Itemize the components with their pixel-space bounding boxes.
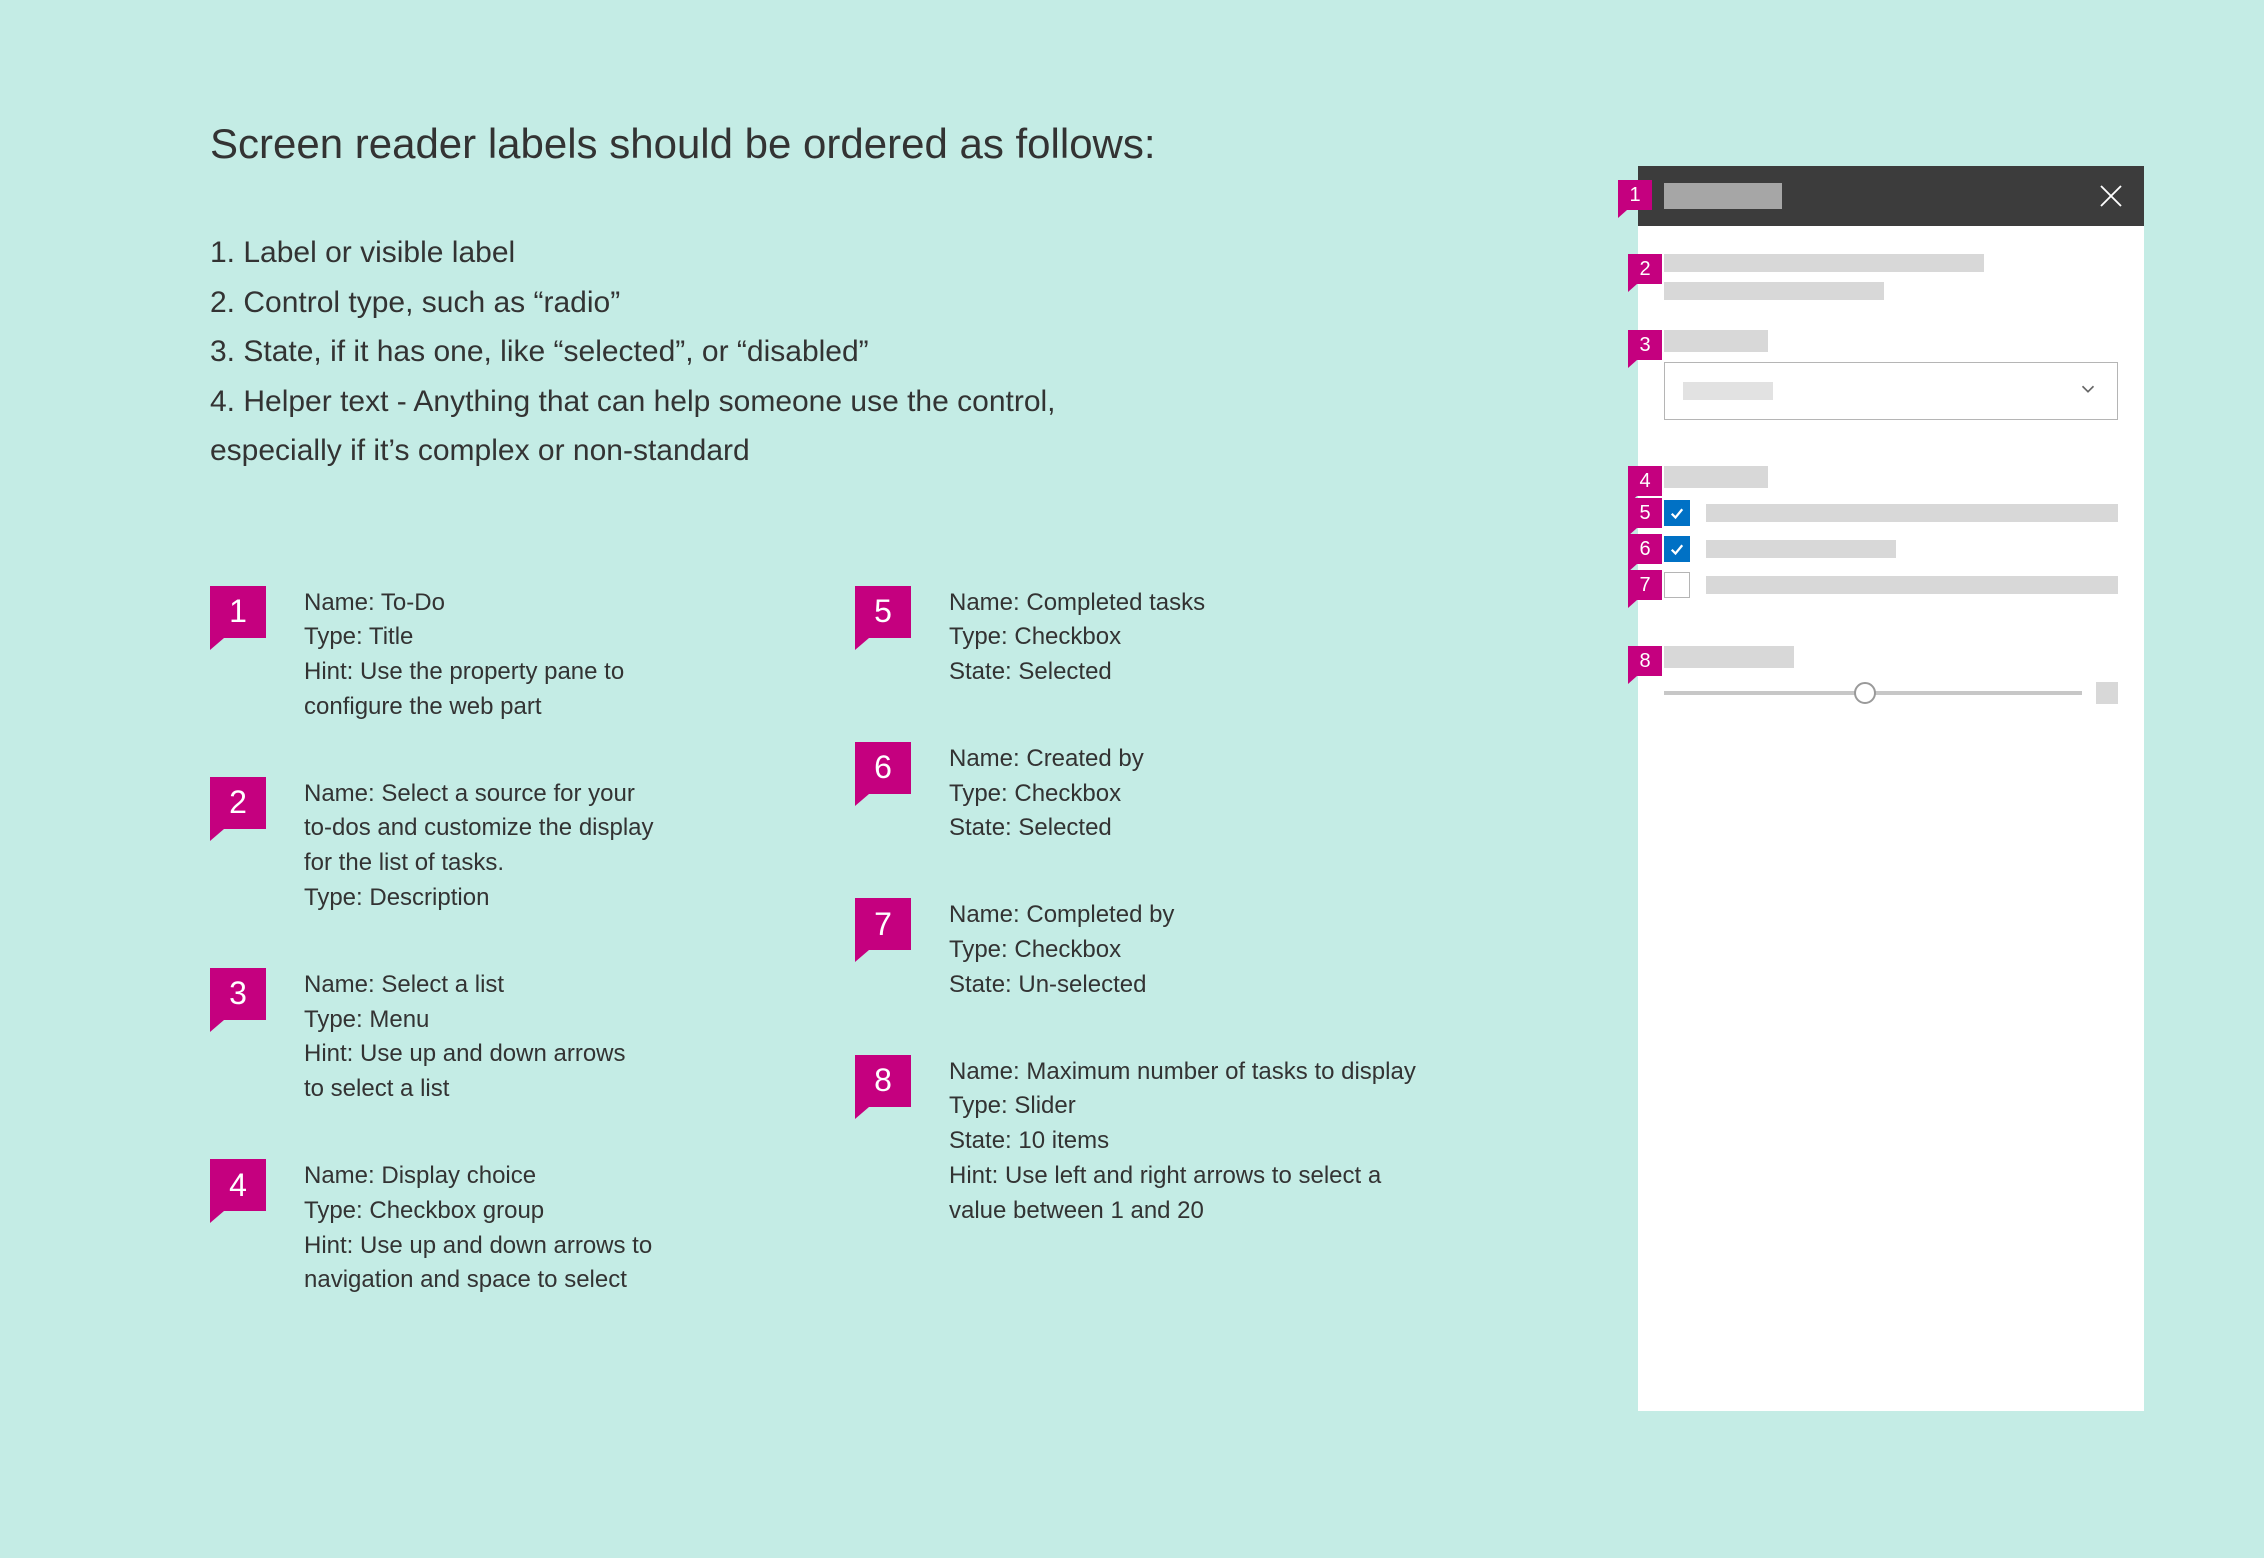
mock-slider-value-box xyxy=(2096,682,2118,704)
mock-property-pane: 1 2 3 xyxy=(1638,166,2144,1411)
guideline-item: 2. Control type, such as “radio” xyxy=(210,278,1210,328)
marker-6: 6 xyxy=(1628,534,1662,564)
annotation-line: State: Un-selected xyxy=(949,968,1174,1003)
marker-7: 7 xyxy=(1628,570,1662,600)
mock-checkbox[interactable] xyxy=(1664,572,1690,598)
guideline-item: 1. Label or visible label xyxy=(210,228,1210,278)
annotation-line: Name: Completed by xyxy=(949,898,1174,933)
annotation-line: Name: To-Do xyxy=(304,586,624,621)
mock-description-line xyxy=(1664,282,1884,300)
mock-slider-thumb[interactable] xyxy=(1854,682,1876,704)
callout-badge: 3 xyxy=(210,968,266,1020)
annotation-line: Name: Maximum number of tasks to display xyxy=(949,1055,1416,1090)
annotation-line: State: Selected xyxy=(949,811,1144,846)
marker-1: 1 xyxy=(1618,180,1652,210)
annotation-line: for the list of tasks. xyxy=(304,846,654,881)
guideline-item: especially if it’s complex or non-standa… xyxy=(210,426,1210,476)
annotation-line: Name: Created by xyxy=(949,742,1144,777)
marker-4: 4 xyxy=(1628,466,1662,496)
annotation-item-5: 5 Name: Completed tasks Type: Checkbox S… xyxy=(855,586,1460,690)
annotation-item-1: 1 Name: To-Do Type: Title Hint: Use the … xyxy=(210,586,815,725)
annotation-item-7: 7 Name: Completed by Type: Checkbox Stat… xyxy=(855,898,1460,1002)
annotation-line: Hint: Use up and down arrows to xyxy=(304,1229,652,1264)
mock-field-label xyxy=(1664,646,1794,668)
annotation-item-3: 3 Name: Select a list Type: Menu Hint: U… xyxy=(210,968,815,1107)
marker-3: 3 xyxy=(1628,330,1662,360)
page-title: Screen reader labels should be ordered a… xyxy=(210,120,1460,168)
annotation-line: value between 1 and 20 xyxy=(949,1194,1416,1229)
mock-description-line xyxy=(1664,254,1984,272)
annotation-line: Type: Checkbox xyxy=(949,777,1144,812)
callout-badge: 8 xyxy=(855,1055,911,1107)
mock-checkbox-label xyxy=(1706,540,1896,558)
mock-checkbox[interactable] xyxy=(1664,536,1690,562)
annotation-line: to select a list xyxy=(304,1072,626,1107)
guideline-list: 1. Label or visible label 2. Control typ… xyxy=(210,228,1210,476)
marker-8: 8 xyxy=(1628,646,1662,676)
mock-checkbox[interactable] xyxy=(1664,500,1690,526)
mock-field-label xyxy=(1664,330,1768,352)
annotation-line: Type: Checkbox group xyxy=(304,1194,652,1229)
annotation-line: Type: Checkbox xyxy=(949,933,1174,968)
callout-badge: 2 xyxy=(210,777,266,829)
annotation-line: to-dos and customize the display xyxy=(304,811,654,846)
annotation-line: Name: Select a source for your xyxy=(304,777,654,812)
annotation-line: State: Selected xyxy=(949,655,1205,690)
annotation-line: Hint: Use left and right arrows to selec… xyxy=(949,1159,1416,1194)
guideline-item: 4. Helper text - Anything that can help … xyxy=(210,377,1210,427)
annotation-line: configure the web part xyxy=(304,690,624,725)
annotation-line: navigation and space to select xyxy=(304,1263,652,1298)
annotation-line: Type: Title xyxy=(304,620,624,655)
annotation-line: State: 10 items xyxy=(949,1124,1416,1159)
annotation-line: Type: Description xyxy=(304,881,654,916)
annotation-item-4: 4 Name: Display choice Type: Checkbox gr… xyxy=(210,1159,815,1298)
close-icon[interactable] xyxy=(2096,181,2126,211)
mock-dropdown[interactable] xyxy=(1664,362,2118,420)
guideline-item: 3. State, if it has one, like “selected”… xyxy=(210,327,1210,377)
mock-slider-track xyxy=(1664,691,2082,695)
annotation-line: Type: Slider xyxy=(949,1089,1416,1124)
annotation-item-8: 8 Name: Maximum number of tasks to displ… xyxy=(855,1055,1460,1229)
marker-5: 5 xyxy=(1628,498,1662,528)
mock-checkbox-label xyxy=(1706,504,2118,522)
mock-field-label xyxy=(1664,466,1768,488)
mock-checkbox-label xyxy=(1706,576,2118,594)
callout-badge: 6 xyxy=(855,742,911,794)
annotation-line: Type: Menu xyxy=(304,1003,626,1038)
annotation-line: Type: Checkbox xyxy=(949,620,1205,655)
callout-badge: 7 xyxy=(855,898,911,950)
mock-slider[interactable] xyxy=(1664,682,2118,704)
callout-badge: 1 xyxy=(210,586,266,638)
mock-panel-header: 1 xyxy=(1638,166,2144,226)
mock-dropdown-value xyxy=(1683,382,1773,400)
chevron-down-icon xyxy=(2077,378,2099,405)
annotation-line: Name: Select a list xyxy=(304,968,626,1003)
annotation-item-2: 2 Name: Select a source for your to-dos … xyxy=(210,777,815,916)
annotation-line: Hint: Use the property pane to xyxy=(304,655,624,690)
mock-title-placeholder xyxy=(1664,183,1782,209)
annotation-item-6: 6 Name: Created by Type: Checkbox State:… xyxy=(855,742,1460,846)
callout-badge: 5 xyxy=(855,586,911,638)
annotation-line: Name: Completed tasks xyxy=(949,586,1205,621)
annotation-line: Name: Display choice xyxy=(304,1159,652,1194)
callout-badge: 4 xyxy=(210,1159,266,1211)
marker-2: 2 xyxy=(1628,254,1662,284)
annotation-line: Hint: Use up and down arrows xyxy=(304,1037,626,1072)
